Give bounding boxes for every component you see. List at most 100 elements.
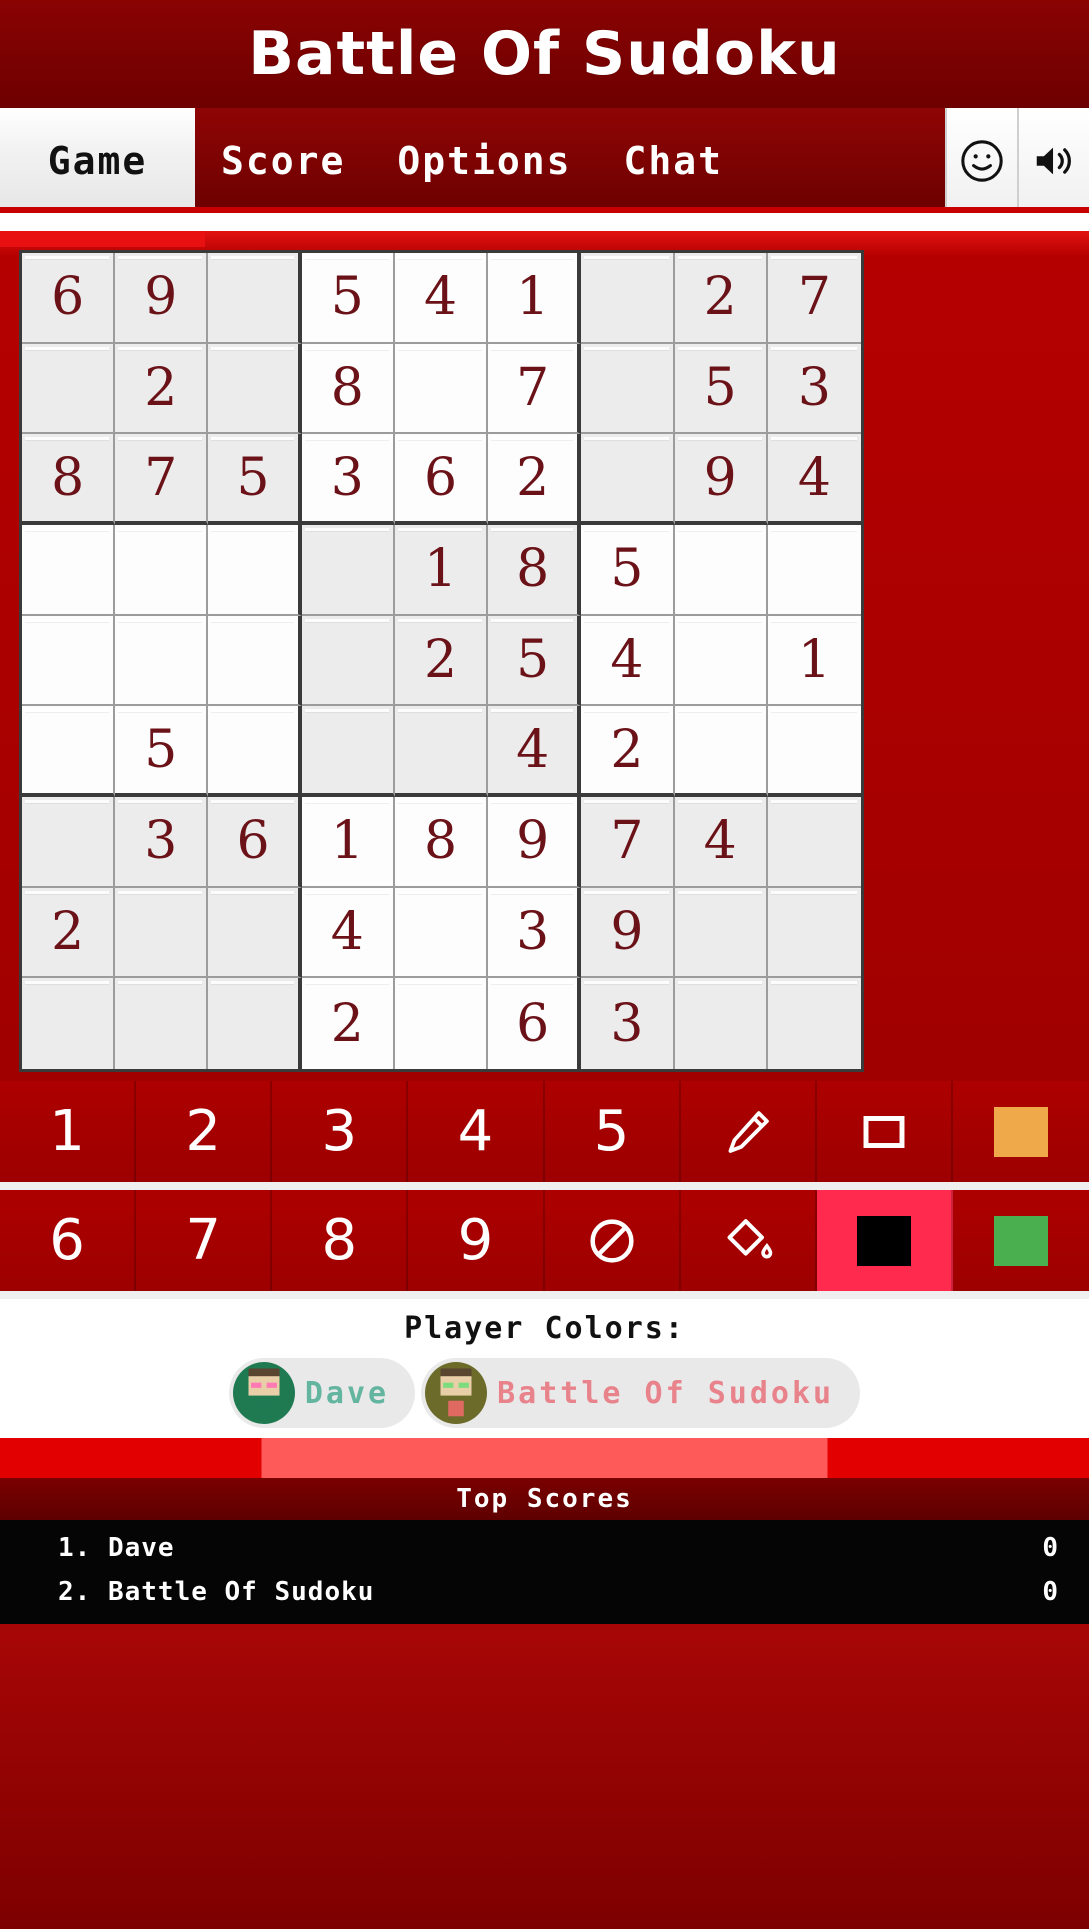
sudoku-cell-r2c1[interactable] bbox=[22, 343, 116, 435]
sudoku-cell-r6c3[interactable] bbox=[208, 706, 302, 797]
sudoku-cell-r2c6[interactable]: 7 bbox=[488, 343, 582, 435]
sudoku-cell-r9c5[interactable] bbox=[394, 978, 489, 1069]
pad-button-8[interactable]: 8 bbox=[272, 1190, 409, 1291]
sudoku-cell-r5c3[interactable] bbox=[208, 615, 302, 707]
pad-button-1[interactable]: 1 bbox=[0, 1081, 137, 1182]
sudoku-cell-r3c4[interactable]: 3 bbox=[301, 434, 395, 525]
sudoku-cell-r1c3[interactable] bbox=[208, 253, 302, 344]
sudoku-cell-r6c2[interactable]: 5 bbox=[115, 706, 209, 797]
pad-button-3[interactable]: 3 bbox=[272, 1081, 409, 1182]
sudoku-cell-r7c4[interactable]: 1 bbox=[301, 796, 395, 888]
player-color-chip-2[interactable]: Battle Of Sudoku bbox=[421, 1358, 861, 1428]
sudoku-cell-r7c3[interactable]: 6 bbox=[208, 796, 302, 888]
sudoku-cell-r1c9[interactable]: 7 bbox=[767, 253, 861, 344]
sudoku-cell-r8c3[interactable] bbox=[208, 887, 302, 979]
sudoku-cell-r2c8[interactable]: 5 bbox=[674, 343, 768, 435]
sudoku-grid[interactable]: 6954127287538753629418525415423618974243… bbox=[19, 250, 864, 1072]
orange-color-swatch[interactable] bbox=[952, 1081, 1089, 1182]
sudoku-cell-r6c6[interactable]: 4 bbox=[488, 706, 582, 797]
sudoku-cell-r1c2[interactable]: 9 bbox=[115, 253, 209, 344]
sudoku-cell-r2c9[interactable]: 3 bbox=[767, 343, 861, 435]
sudoku-cell-r2c4[interactable]: 8 bbox=[301, 343, 395, 435]
sudoku-cell-r9c8[interactable] bbox=[674, 978, 768, 1069]
sudoku-cell-r8c4[interactable]: 4 bbox=[301, 887, 395, 979]
sudoku-cell-r9c9[interactable] bbox=[767, 978, 861, 1069]
sudoku-cell-r4c4[interactable] bbox=[301, 524, 395, 616]
sudoku-cell-r2c3[interactable] bbox=[208, 343, 302, 435]
sudoku-cell-r7c5[interactable]: 8 bbox=[394, 796, 489, 888]
tab-chat[interactable]: Chat bbox=[598, 108, 750, 213]
sudoku-cell-r7c9[interactable] bbox=[767, 796, 861, 888]
paint-bucket-icon[interactable] bbox=[680, 1190, 817, 1291]
sudoku-cell-r4c2[interactable] bbox=[115, 524, 209, 616]
sudoku-cell-r7c7[interactable]: 7 bbox=[581, 796, 675, 888]
sudoku-cell-r6c7[interactable]: 2 bbox=[581, 706, 675, 797]
sudoku-cell-r2c5[interactable] bbox=[394, 343, 489, 435]
tab-options[interactable]: Options bbox=[371, 108, 597, 213]
sudoku-cell-r8c5[interactable] bbox=[394, 887, 489, 979]
sudoku-cell-r7c6[interactable]: 9 bbox=[488, 796, 582, 888]
sudoku-cell-r6c4[interactable] bbox=[301, 706, 395, 797]
erase-no-entry-icon[interactable] bbox=[544, 1190, 681, 1291]
pencil-icon[interactable] bbox=[680, 1081, 817, 1182]
sudoku-cell-r9c6[interactable]: 6 bbox=[488, 978, 582, 1069]
sudoku-cell-r9c1[interactable] bbox=[22, 978, 116, 1069]
sudoku-cell-r3c2[interactable]: 7 bbox=[115, 434, 209, 525]
sudoku-cell-r3c3[interactable]: 5 bbox=[208, 434, 302, 525]
sudoku-cell-r6c5[interactable] bbox=[394, 706, 489, 797]
sudoku-cell-r1c4[interactable]: 5 bbox=[301, 253, 395, 344]
pad-button-5[interactable]: 5 bbox=[544, 1081, 681, 1182]
sudoku-cell-r1c5[interactable]: 4 bbox=[394, 253, 489, 344]
pad-button-6[interactable]: 6 bbox=[0, 1190, 137, 1291]
pad-button-2[interactable]: 2 bbox=[136, 1081, 273, 1182]
sudoku-cell-r3c8[interactable]: 9 bbox=[674, 434, 768, 525]
sudoku-cell-r8c9[interactable] bbox=[767, 887, 861, 979]
sudoku-cell-r4c8[interactable] bbox=[674, 524, 768, 616]
sudoku-cell-r1c1[interactable]: 6 bbox=[22, 253, 116, 344]
sudoku-cell-r3c5[interactable]: 6 bbox=[394, 434, 489, 525]
pad-button-9[interactable]: 9 bbox=[408, 1190, 545, 1291]
sudoku-cell-r6c8[interactable] bbox=[674, 706, 768, 797]
sudoku-cell-r9c7[interactable]: 3 bbox=[581, 978, 675, 1069]
sudoku-cell-r5c4[interactable] bbox=[301, 615, 395, 707]
tab-game[interactable]: Game bbox=[0, 108, 195, 213]
sudoku-cell-r8c8[interactable] bbox=[674, 887, 768, 979]
sudoku-cell-r8c2[interactable] bbox=[115, 887, 209, 979]
sudoku-cell-r7c2[interactable]: 3 bbox=[115, 796, 209, 888]
tab-score[interactable]: Score bbox=[195, 108, 371, 213]
sudoku-cell-r4c9[interactable] bbox=[767, 524, 861, 616]
sudoku-cell-r9c4[interactable]: 2 bbox=[301, 978, 395, 1069]
sudoku-cell-r4c5[interactable]: 1 bbox=[394, 524, 489, 616]
sudoku-cell-r9c3[interactable] bbox=[208, 978, 302, 1069]
sudoku-cell-r5c1[interactable] bbox=[22, 615, 116, 707]
sudoku-cell-r8c6[interactable]: 3 bbox=[488, 887, 582, 979]
sudoku-cell-r3c6[interactable]: 2 bbox=[488, 434, 582, 525]
sudoku-cell-r7c8[interactable]: 4 bbox=[674, 796, 768, 888]
sudoku-cell-r3c1[interactable]: 8 bbox=[22, 434, 116, 525]
green-color-swatch[interactable] bbox=[952, 1190, 1089, 1291]
sudoku-cell-r4c3[interactable] bbox=[208, 524, 302, 616]
sudoku-cell-r4c6[interactable]: 8 bbox=[488, 524, 582, 616]
sudoku-cell-r2c7[interactable] bbox=[581, 343, 675, 435]
sudoku-cell-r5c5[interactable]: 2 bbox=[394, 615, 489, 707]
sudoku-cell-r1c8[interactable]: 2 bbox=[674, 253, 768, 344]
sudoku-cell-r1c7[interactable] bbox=[581, 253, 675, 344]
sudoku-cell-r8c1[interactable]: 2 bbox=[22, 887, 116, 979]
player-color-chip-1[interactable]: Dave bbox=[228, 1358, 416, 1428]
sudoku-cell-r9c2[interactable] bbox=[115, 978, 209, 1069]
sudoku-cell-r7c1[interactable] bbox=[22, 796, 116, 888]
sudoku-cell-r3c7[interactable] bbox=[581, 434, 675, 525]
sudoku-cell-r5c7[interactable]: 4 bbox=[581, 615, 675, 707]
speaker-volume-icon-button[interactable] bbox=[1017, 108, 1089, 213]
sudoku-cell-r6c1[interactable] bbox=[22, 706, 116, 797]
sudoku-cell-r4c1[interactable] bbox=[22, 524, 116, 616]
square-outline-icon[interactable] bbox=[816, 1081, 953, 1182]
sudoku-cell-r5c9[interactable]: 1 bbox=[767, 615, 861, 707]
sudoku-cell-r5c2[interactable] bbox=[115, 615, 209, 707]
sudoku-cell-r6c9[interactable] bbox=[767, 706, 861, 797]
black-color-swatch[interactable] bbox=[816, 1190, 953, 1291]
pad-button-4[interactable]: 4 bbox=[408, 1081, 545, 1182]
pad-button-7[interactable]: 7 bbox=[136, 1190, 273, 1291]
sudoku-cell-r1c6[interactable]: 1 bbox=[488, 253, 582, 344]
sudoku-cell-r3c9[interactable]: 4 bbox=[767, 434, 861, 525]
